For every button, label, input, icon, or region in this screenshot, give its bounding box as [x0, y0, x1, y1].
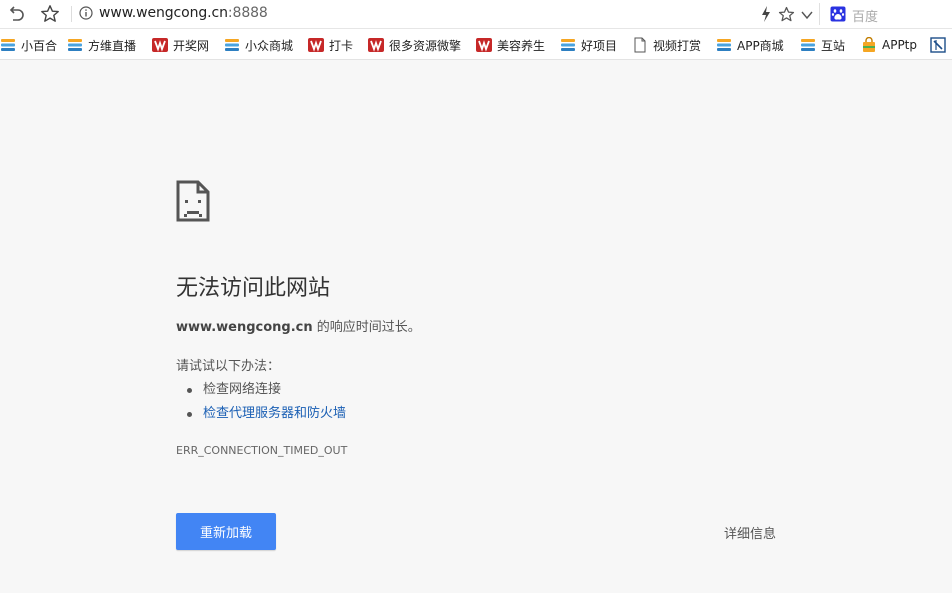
red-logo-icon [368, 38, 384, 52]
stack-folder-icon [801, 39, 815, 51]
details-button[interactable]: 详细信息 [712, 521, 788, 543]
boxed-slash-icon [930, 37, 946, 53]
bookmark-label: 好项目 [581, 38, 618, 53]
toolbar-divider [71, 6, 72, 22]
error-host: www.wengcong.cn [176, 320, 313, 335]
stack-folder-icon [1, 39, 15, 51]
bookmark-item[interactable]: 好项目 [560, 36, 617, 54]
baidu-paw-icon [830, 6, 846, 22]
stack-folder-icon [561, 39, 575, 51]
list-item: 检查网络连接 [176, 378, 346, 402]
shopping-bag-icon [863, 37, 875, 52]
info-circle-icon[interactable] [79, 6, 93, 20]
bookmark-label: 打卡 [329, 38, 354, 53]
reload-button[interactable]: 重新加载 [176, 513, 276, 550]
address-bar[interactable]: www.wengcong.cn:8888 [99, 5, 268, 21]
undo-arrow-icon[interactable] [6, 4, 26, 24]
stack-folder-icon [225, 39, 239, 51]
bookmark-label: 开奖网 [173, 38, 210, 53]
bookmark-item[interactable]: 视频打赏 [632, 36, 701, 54]
url-host: www.wengcong.cn [99, 5, 228, 21]
search-placeholder: 百度 [852, 10, 879, 25]
bookmark-item[interactable]: 小众商城 [224, 36, 293, 54]
list-item: 检查代理服务器和防火墙 [176, 402, 346, 426]
bookmark-label: 视频打赏 [653, 38, 702, 53]
star-outline-icon[interactable] [40, 4, 60, 24]
stack-folder-icon [717, 39, 731, 51]
bookmark-item[interactable]: 打卡 [308, 36, 353, 54]
suggestion-list: 检查网络连接 检查代理服务器和防火墙 [176, 378, 346, 426]
bookmark-label: APP商城 [737, 38, 784, 53]
stack-folder-icon [68, 39, 82, 51]
bookmark-label: 方维直播 [88, 38, 137, 53]
lightning-icon[interactable] [758, 5, 774, 23]
bookmark-overflow[interactable] [930, 36, 951, 54]
bookmark-item[interactable]: 很多资源微擎 [368, 36, 461, 54]
bullet-icon [187, 387, 192, 393]
page-icon [634, 37, 646, 53]
bookmark-item[interactable]: 美容养生 [476, 36, 545, 54]
search-box[interactable]: 百度 [819, 3, 952, 25]
suggestion-check-proxy-link[interactable]: 检查代理服务器和防火墙 [203, 405, 346, 423]
bookmark-item[interactable]: APP商城 [716, 36, 784, 54]
chevron-down-icon[interactable] [800, 8, 814, 22]
suggestion-check-network: 检查网络连接 [203, 382, 282, 397]
bullet-icon [187, 411, 192, 417]
bookmark-label: 小百合 [21, 38, 58, 53]
bookmark-item[interactable]: 互站 [800, 36, 845, 54]
page-title: 无法访问此网站 [176, 276, 331, 301]
bookmark-label: APPtp [882, 38, 918, 52]
red-logo-icon [308, 38, 324, 52]
error-code: ERR_CONNECTION_TIMED_OUT [176, 444, 348, 457]
error-description: www.wengcong.cn 的响应时间过长。 [176, 316, 421, 335]
bookmark-item[interactable]: 开奖网 [152, 36, 209, 54]
bookmark-label: 小众商城 [245, 38, 294, 53]
url-port: :8888 [227, 5, 268, 21]
red-logo-icon [476, 38, 492, 52]
bookmark-item[interactable]: 小百合 [0, 36, 57, 54]
bookmark-label: 互站 [821, 38, 846, 53]
browser-toolbar: www.wengcong.cn:8888 百度 [0, 0, 952, 29]
try-label: 请试试以下办法： [176, 359, 281, 374]
sad-document-icon [176, 180, 210, 222]
red-logo-icon [152, 38, 168, 52]
error-desc-suffix: 的响应时间过长。 [312, 320, 421, 335]
bookmark-item[interactable]: 方维直播 [67, 36, 136, 54]
bookmark-label: 美容养生 [497, 38, 546, 53]
bookmarks-bar: 小百合 方维直播 开奖网 小众商城 打卡 很多资源微擎 美容养生 好项目 视频打… [0, 29, 952, 60]
star-outline-icon[interactable] [778, 6, 795, 23]
bookmark-item[interactable]: APPtp [861, 36, 917, 54]
bookmark-label: 很多资源微擎 [389, 38, 462, 53]
